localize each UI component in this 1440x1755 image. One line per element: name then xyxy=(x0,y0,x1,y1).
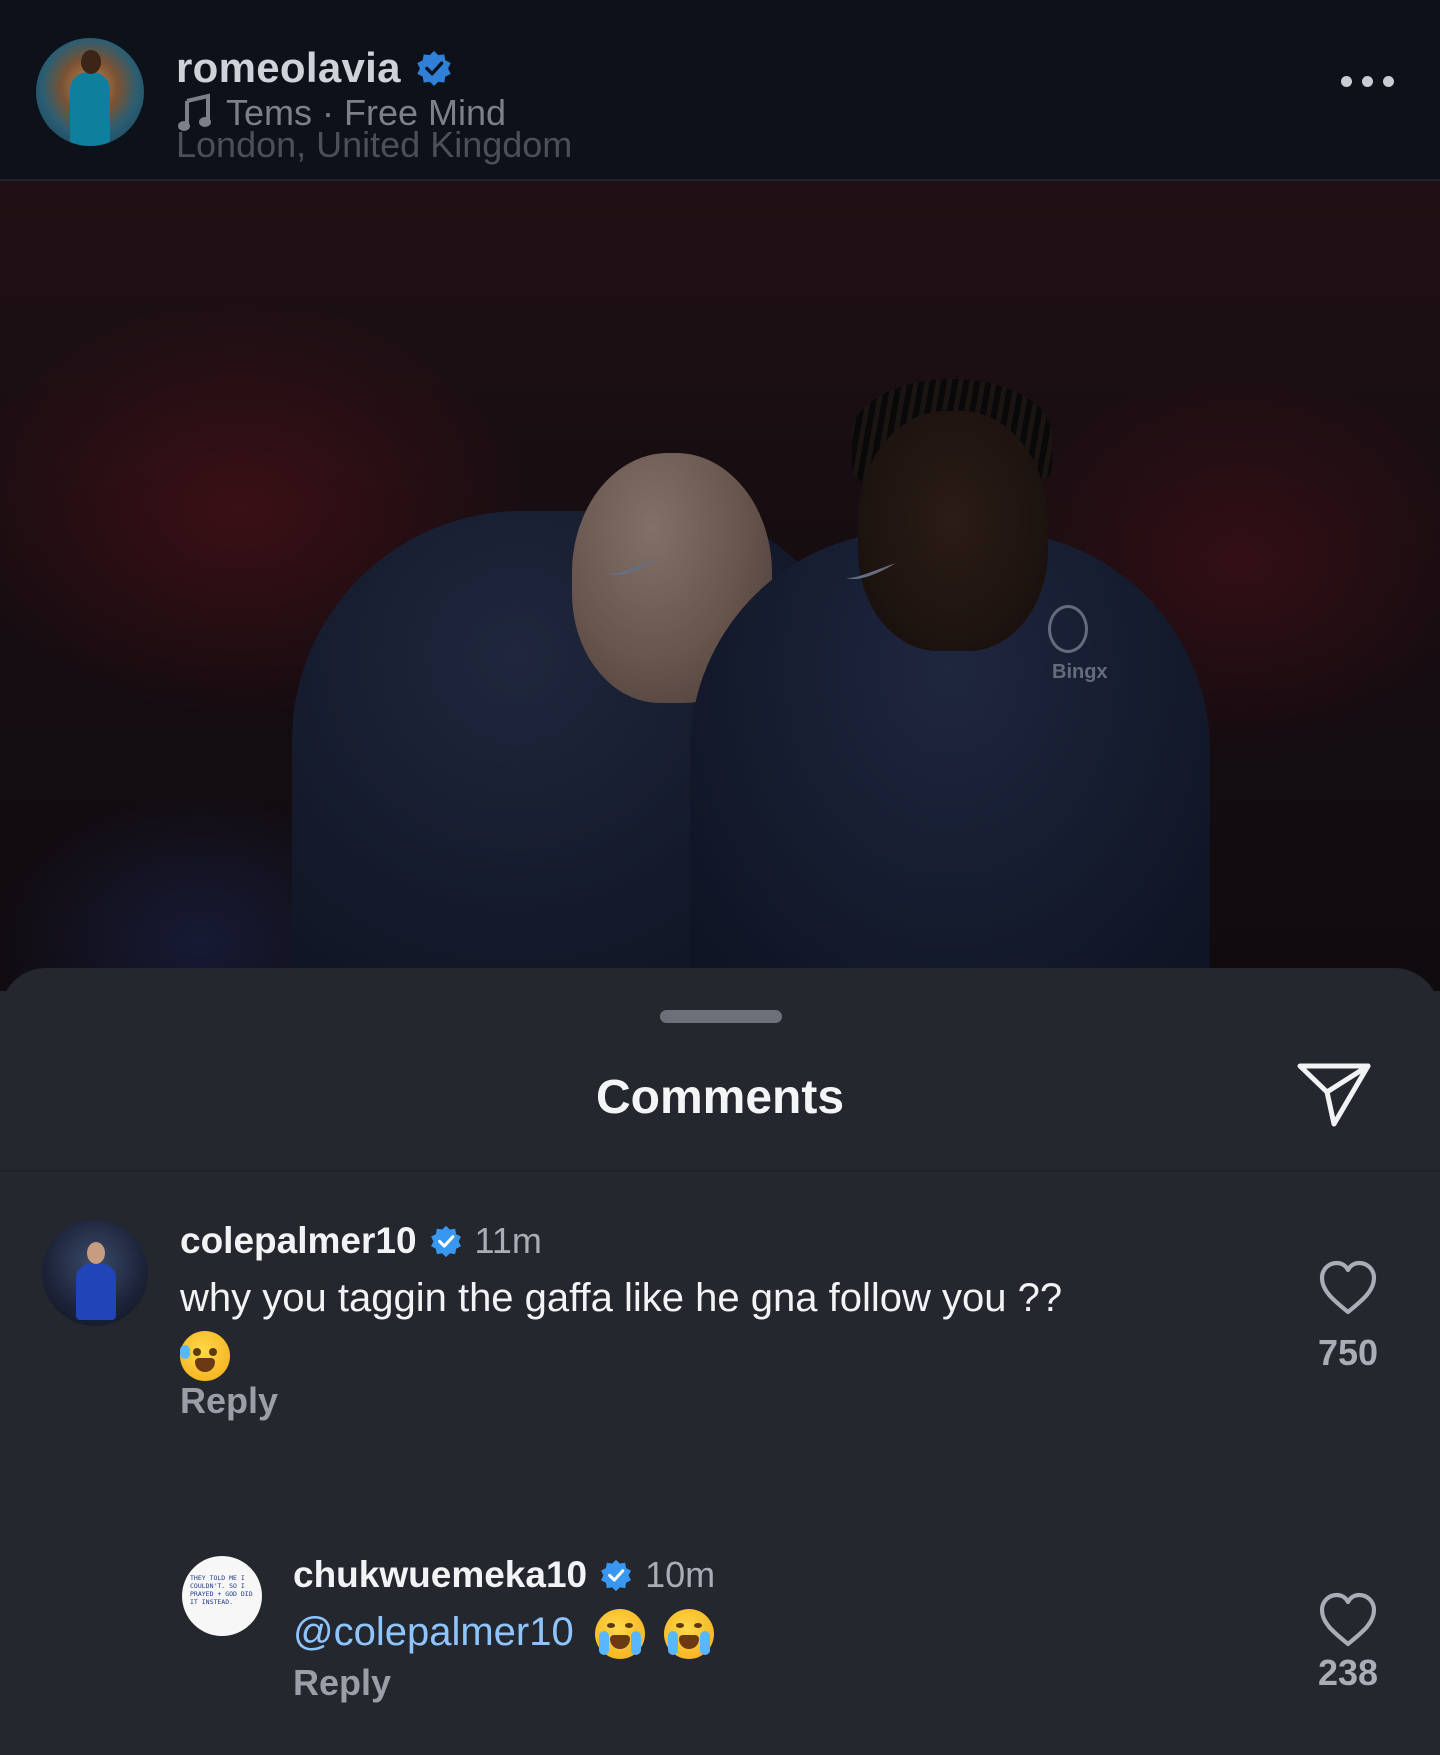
emoji-eye xyxy=(209,1348,217,1357)
comment-body: why you taggin the gaffa like he gna fol… xyxy=(180,1276,1063,1320)
dot xyxy=(1362,76,1373,87)
photo-dim-overlay xyxy=(0,181,1440,991)
avatar-head xyxy=(81,50,101,74)
avatar-head xyxy=(87,1242,105,1264)
emoji-eye xyxy=(624,1623,633,1629)
verified-badge-icon xyxy=(415,49,453,87)
sheet-drag-handle[interactable] xyxy=(660,1010,782,1023)
emoji-eye xyxy=(676,1623,684,1629)
comment-time: 10m xyxy=(645,1554,716,1595)
emoji-tear xyxy=(630,1631,641,1656)
more-options-icon[interactable] xyxy=(1341,76,1394,87)
send-icon[interactable] xyxy=(1296,1060,1372,1130)
emoji-eye xyxy=(193,1348,201,1357)
emoji-mouth xyxy=(679,1635,699,1650)
post-location[interactable]: London, United Kingdom xyxy=(176,124,572,166)
verified-badge-icon xyxy=(430,1225,461,1258)
post-photo[interactable]: Bingx xyxy=(0,181,1440,991)
emoji-eye xyxy=(694,1623,702,1629)
author-username[interactable]: romeolavia xyxy=(176,44,401,92)
laughing-emoji-icon xyxy=(180,1331,230,1382)
dot xyxy=(1341,76,1352,87)
comment-username[interactable]: colepalmer10 xyxy=(180,1220,417,1262)
mention-link[interactable]: @colepalmer10 xyxy=(293,1610,574,1654)
reply-button[interactable]: Reply xyxy=(180,1380,278,1422)
emoji-tear xyxy=(180,1345,190,1360)
comment-text: @colepalmer10 xyxy=(293,1604,1193,1660)
avatar-handwriting: THEY TOLD ME I COULDN'T. SO I PRAYED + G… xyxy=(190,1574,253,1606)
verified-badge-icon xyxy=(601,1559,632,1592)
avatar-figure xyxy=(76,1264,116,1320)
author-row: romeolavia xyxy=(176,44,453,92)
emoji-eye xyxy=(606,1623,615,1629)
emoji-mouth xyxy=(609,1635,630,1650)
comments-title: Comments xyxy=(595,1071,845,1124)
commenter-avatar[interactable] xyxy=(42,1220,148,1326)
comment-username[interactable]: chukwuemeka10 xyxy=(293,1554,587,1596)
comment-meta: colepalmer10 11m xyxy=(180,1220,542,1262)
like-count: 750 xyxy=(1317,1332,1379,1373)
dot xyxy=(1383,76,1394,87)
sheet-divider xyxy=(0,1170,1440,1172)
reply-button[interactable]: Reply xyxy=(293,1662,391,1704)
author-avatar[interactable] xyxy=(36,38,144,146)
crying-emoji-icon xyxy=(594,1609,645,1660)
avatar-figure xyxy=(70,72,110,146)
emoji-mouth xyxy=(195,1358,215,1373)
post-header: romeolavia Tems · Free Mind London, Unit… xyxy=(0,0,1440,180)
comment-text: why you taggin the gaffa like he gna fol… xyxy=(180,1270,1260,1382)
comments-sheet: Comments colepalmer10 11m why you taggin… xyxy=(0,968,1440,1755)
crying-emoji-icon xyxy=(664,1609,714,1660)
emoji-tear xyxy=(700,1631,710,1656)
like-count: 238 xyxy=(1317,1652,1379,1693)
comment-meta: chukwuemeka10 10m xyxy=(293,1554,715,1596)
heart-icon[interactable] xyxy=(1318,1260,1378,1316)
emoji-tear xyxy=(598,1631,609,1656)
commenter-avatar[interactable]: THEY TOLD ME I COULDN'T. SO I PRAYED + G… xyxy=(182,1556,262,1636)
heart-icon[interactable] xyxy=(1318,1592,1378,1648)
emoji-tear xyxy=(668,1631,678,1656)
comment-time: 11m xyxy=(474,1220,542,1261)
